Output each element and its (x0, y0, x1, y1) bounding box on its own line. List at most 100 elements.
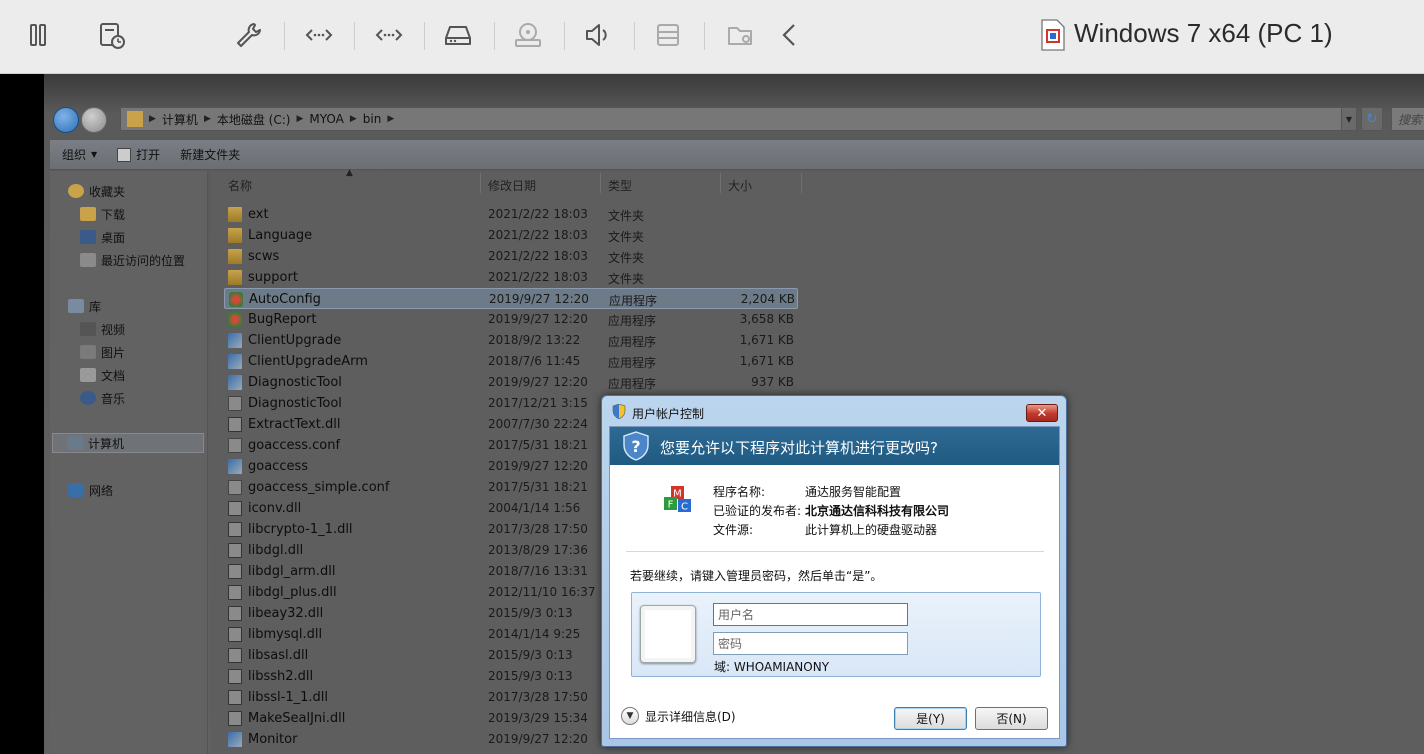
file-icon (228, 396, 242, 411)
breadcrumb-separator: ▶ (349, 114, 357, 124)
column-divider[interactable] (480, 173, 481, 193)
file-source: 此计算机上的硬盘驱动器 (805, 523, 938, 537)
open-button[interactable]: 打开 (107, 140, 170, 169)
file-name: scws (248, 249, 280, 264)
nav-label: 库 (89, 299, 102, 314)
dll-icon (228, 564, 242, 579)
cd-icon[interactable] (510, 17, 546, 53)
column-size[interactable]: 大小 (728, 177, 752, 194)
svg-text:?: ? (631, 437, 640, 456)
file-name: ClientUpgrade (248, 333, 342, 348)
file-row[interactable]: AutoConfig 2019/9/27 12:20 应用程序 2,204 KB (224, 288, 798, 309)
settings-icon[interactable] (230, 17, 266, 53)
nav-documents[interactable]: 文档 (80, 365, 125, 385)
column-divider[interactable] (801, 173, 802, 193)
computer-icon (67, 436, 83, 450)
file-size: 1,671 KB (739, 333, 794, 347)
file-row[interactable]: ext 2021/2/22 18:03 文件夹 (224, 204, 798, 225)
breadcrumb-item[interactable]: bin (363, 112, 382, 126)
toolbar-separator (634, 22, 635, 50)
nav-pictures[interactable]: 图片 (80, 342, 125, 362)
nav-network[interactable]: 网络 (68, 480, 113, 500)
folder-icon (228, 207, 242, 222)
file-date: 2021/2/22 18:03 (488, 270, 588, 284)
file-row[interactable]: Language 2021/2/22 18:03 文件夹 (224, 225, 798, 246)
breadcrumb-item[interactable]: 计算机 (162, 111, 198, 128)
folder-icon (127, 111, 143, 127)
file-date: 2004/1/14 1:56 (488, 501, 581, 515)
search-input[interactable]: 搜索 (1391, 107, 1424, 131)
network-icon[interactable] (301, 17, 337, 53)
file-date: 2017/5/31 18:21 (488, 438, 588, 452)
show-details-toggle[interactable]: ▼ 显示详细信息(D) (621, 707, 736, 725)
file-date: 2012/11/10 16:37 (488, 585, 596, 599)
svg-text:F: F (668, 500, 674, 511)
nav-libraries[interactable]: 库 (68, 296, 101, 316)
address-dropdown-button[interactable]: ▼ (1341, 107, 1357, 131)
column-date[interactable]: 修改日期 (488, 177, 536, 194)
credential-box: 域: WHOAMIANONY (631, 592, 1041, 677)
vm-title: Windows 7 x64 (PC 1) (1074, 18, 1333, 48)
forward-button[interactable] (81, 107, 107, 133)
toolbar-separator (284, 22, 285, 50)
app-icon (228, 312, 242, 327)
no-button[interactable]: 否(N) (975, 707, 1048, 730)
file-name: libsasl.dll (248, 648, 309, 663)
file-row[interactable]: DiagnosticTool 2019/9/27 12:20 应用程序 937 KB (224, 372, 798, 393)
address-bar[interactable]: ▶ 计算机 ▶ 本地磁盘 (C:) ▶ MYOA ▶ bin ▶ (120, 107, 1357, 131)
close-button[interactable]: ✕ (1026, 404, 1058, 422)
organize-menu[interactable]: 组织 ▼ (50, 140, 107, 169)
file-row[interactable]: ClientUpgrade 2018/9/2 13:22 应用程序 1,671 KB (224, 330, 798, 351)
file-name: AutoConfig (249, 292, 321, 307)
file-name: goaccess.conf (248, 438, 341, 453)
nav-videos[interactable]: 视频 (80, 319, 125, 339)
nav-downloads[interactable]: 下载 (80, 204, 125, 224)
uac-titlebar[interactable]: 用户帐户控制 ✕ (602, 396, 1066, 426)
file-date: 2021/2/22 18:03 (488, 249, 588, 263)
file-row[interactable]: support 2021/2/22 18:03 文件夹 (224, 267, 798, 288)
uac-banner: ? 您要允许以下程序对此计算机进行更改吗? (610, 427, 1059, 465)
shared-folders-icon[interactable] (722, 17, 758, 53)
file-name: libssh2.dll (248, 669, 314, 684)
breadcrumb-item[interactable]: MYOA (309, 112, 343, 126)
file-type: 文件夹 (608, 272, 645, 286)
file-row[interactable]: ClientUpgradeArm 2018/7/6 11:45 应用程序 1,671 … (224, 351, 798, 372)
nav-favorites[interactable]: 收藏夹 (68, 181, 125, 201)
nav-desktop[interactable]: 桌面 (80, 227, 125, 247)
file-row[interactable]: BugReport 2019/9/27 12:20 应用程序 3,658 KB (224, 309, 798, 330)
back-chevron-icon[interactable] (772, 17, 808, 53)
file-date: 2019/9/27 12:20 (488, 459, 588, 473)
nav-computer[interactable]: 计算机 (52, 433, 204, 453)
nav-recent[interactable]: 最近访问的位置 (80, 250, 185, 270)
column-name[interactable]: 名称 (228, 177, 252, 194)
printer-icon[interactable] (650, 17, 686, 53)
back-button[interactable] (53, 107, 79, 133)
file-name: libdgl_plus.dll (248, 585, 337, 600)
refresh-button[interactable]: ↻ (1361, 107, 1383, 131)
dll-icon (228, 690, 242, 705)
libraries-icon (68, 299, 84, 313)
file-row[interactable]: scws 2021/2/22 18:03 文件夹 (224, 246, 798, 267)
password-input[interactable] (713, 632, 908, 655)
hard-disk-icon[interactable] (440, 17, 476, 53)
file-date: 2015/9/3 0:13 (488, 606, 573, 620)
pause-icon[interactable] (20, 17, 56, 53)
column-divider[interactable] (720, 173, 721, 193)
file-type: 文件夹 (608, 209, 645, 223)
breadcrumb-separator: ▶ (296, 114, 304, 124)
username-input[interactable] (713, 603, 908, 626)
open-label: 打开 (136, 148, 161, 162)
breadcrumb-item[interactable]: 本地磁盘 (C:) (217, 111, 291, 128)
snapshot-icon[interactable] (93, 17, 129, 53)
new-folder-button[interactable]: 新建文件夹 (170, 140, 250, 169)
file-name: DiagnosticTool (248, 396, 342, 411)
column-divider[interactable] (600, 173, 601, 193)
yes-button[interactable]: 是(Y) (894, 707, 967, 730)
nav-music[interactable]: 音乐 (80, 388, 125, 408)
network-icon[interactable] (371, 17, 407, 53)
sort-ascending-icon: ▲ (346, 168, 353, 178)
column-type[interactable]: 类型 (608, 177, 632, 194)
file-date: 2019/9/27 12:20 (488, 312, 588, 326)
file-type: 应用程序 (608, 314, 657, 328)
volume-icon[interactable] (579, 17, 615, 53)
